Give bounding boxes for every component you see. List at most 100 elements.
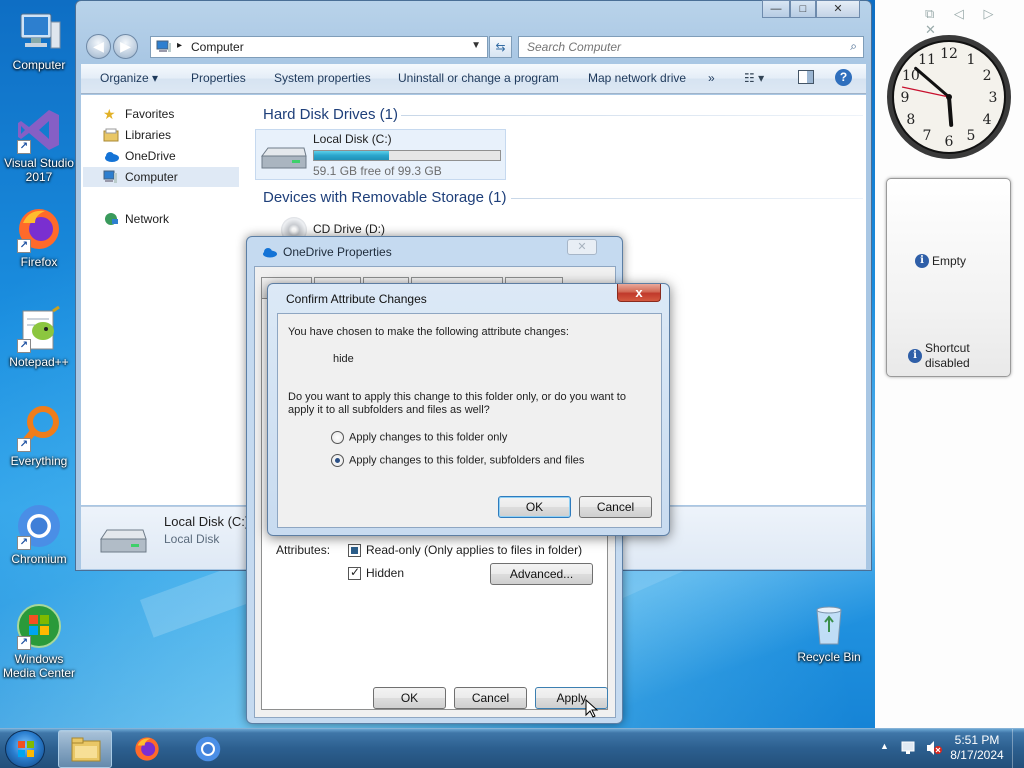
breadcrumb[interactable]: Computer — [191, 40, 244, 54]
attributes-label: Attributes: — [276, 543, 331, 557]
desktop-icon-chromium[interactable]: ↗ Chromium — [1, 502, 77, 566]
minimize-button[interactable]: — — [762, 0, 790, 18]
desktop-icon-label: Computer — [12, 58, 66, 72]
close-button[interactable]: x — [617, 284, 661, 302]
drive-d-item[interactable]: CD Drive (D:) — [313, 222, 385, 236]
radio-folder-only[interactable]: Apply changes to this folder only — [331, 431, 507, 444]
desktop-icon-visual-studio[interactable]: ↗ Visual Studio 2017 — [1, 106, 77, 184]
desktop-icon-computer[interactable]: Computer — [1, 8, 77, 72]
network-tray-icon[interactable] — [900, 740, 918, 756]
info-icon: i — [915, 254, 929, 268]
desktop-icon-everything[interactable]: ↗ Everything — [1, 404, 77, 468]
info-label: Shortcut disabled — [925, 341, 970, 370]
nav-label: Computer — [125, 170, 178, 184]
chromium-icon — [195, 736, 221, 762]
hard-disk-icon — [100, 529, 147, 553]
readonly-checkbox[interactable]: Read-only (Only applies to files in fold… — [348, 543, 582, 558]
help-icon[interactable]: ? — [835, 69, 852, 86]
radio-button-selected[interactable] — [331, 454, 344, 467]
close-button[interactable]: ✕ — [567, 239, 597, 255]
maximize-button[interactable]: □ — [790, 0, 816, 18]
properties-button[interactable]: Properties — [191, 71, 246, 85]
drive-name: Local Disk (C:) — [313, 132, 392, 146]
search-icon[interactable]: ⌕ — [850, 39, 857, 54]
taskbar-explorer-button[interactable] — [58, 730, 112, 768]
uninstall-button[interactable]: Uninstall or change a program — [398, 71, 559, 85]
clock-gadget[interactable]: 1 2 3 4 5 6 7 8 9 10 11 12 — [885, 33, 1013, 161]
drive-usage-fill — [314, 151, 390, 160]
radio-label: Apply changes to this folder, subfolders… — [349, 454, 585, 467]
dialog-title: Confirm Attribute Changes — [286, 292, 427, 306]
info-gadget[interactable]: i Empty i Shortcut disabled — [886, 178, 1011, 377]
cancel-button[interactable]: Cancel — [454, 687, 527, 709]
system-properties-button[interactable]: System properties — [274, 71, 371, 85]
preview-pane-icon[interactable] — [798, 70, 814, 87]
clock-numeral: 6 — [945, 134, 954, 150]
nav-item-libraries[interactable]: Libraries — [103, 125, 171, 145]
cloud-icon — [263, 248, 277, 258]
hidden-checkbox[interactable]: ✓ Hidden — [348, 565, 404, 581]
question-text: Do you want to apply this change to this… — [288, 391, 626, 416]
checkbox-checked[interactable]: ✓ — [348, 565, 361, 581]
ok-button[interactable]: OK — [498, 496, 571, 518]
computer-icon — [103, 170, 117, 183]
taskbar-firefox-button[interactable] — [121, 730, 175, 768]
close-button[interactable]: ✕ — [816, 0, 860, 18]
ok-button[interactable]: OK — [373, 687, 446, 709]
navigation-pane: ★ Favorites Libraries OneDrive Computer … — [81, 95, 243, 505]
tray-date: 8/17/2024 — [950, 748, 1004, 762]
search-box[interactable]: ⌕ — [518, 36, 864, 58]
dialog-title: OneDrive Properties — [283, 245, 392, 259]
search-input[interactable] — [519, 37, 829, 57]
desktop-icon-firefox[interactable]: ↗ Firefox — [1, 205, 77, 269]
radio-folder-subfolders[interactable]: Apply changes to this folder, subfolders… — [331, 454, 584, 467]
more-commands-button[interactable]: » — [708, 71, 715, 85]
drive-c-item[interactable]: Local Disk (C:) 59.1 GB free of 99.3 GB — [255, 129, 506, 180]
nav-item-favorites[interactable]: ★ Favorites — [103, 104, 174, 124]
libraries-icon — [103, 128, 119, 142]
desktop-icon-media-center[interactable]: ↗ Windows Media Center — [1, 602, 77, 680]
show-desktop-button[interactable] — [1012, 729, 1024, 768]
volume-muted-icon[interactable] — [925, 740, 943, 756]
notepadpp-icon: ↗ — [15, 305, 63, 353]
map-drive-button[interactable]: Map network drive — [588, 71, 686, 85]
clock-numeral: 8 — [906, 112, 915, 128]
dialog-body: You have chosen to make the following at… — [277, 313, 662, 528]
cancel-button[interactable]: Cancel — [579, 496, 652, 518]
divider — [511, 198, 863, 199]
address-bar[interactable]: ▸ Computer ▼ — [150, 36, 488, 58]
clock-tray[interactable]: 5:51 PM 8/17/2024 — [948, 733, 1006, 763]
nav-label: Libraries — [125, 128, 172, 142]
desktop-icon-label: Everything — [10, 454, 68, 468]
media-center-icon: ↗ — [15, 602, 63, 650]
group-header-hard-disks[interactable]: Hard Disk Drives (1) — [263, 106, 398, 123]
firefox-icon — [135, 737, 159, 761]
checkbox-indeterminate[interactable] — [348, 544, 361, 558]
info-icon: i — [908, 349, 922, 363]
network-icon — [105, 213, 118, 225]
radio-button[interactable] — [331, 431, 344, 444]
computer-icon — [156, 40, 171, 52]
nav-item-computer[interactable]: Computer — [83, 167, 239, 187]
organize-button[interactable]: Organize ▾ — [100, 71, 158, 85]
taskbar-chromium-button[interactable] — [182, 730, 236, 768]
group-header-removable[interactable]: Devices with Removable Storage (1) — [263, 189, 506, 206]
advanced-button[interactable]: Advanced... — [490, 563, 593, 585]
change-text: hide — [333, 353, 354, 365]
nav-item-onedrive[interactable]: OneDrive — [103, 146, 176, 166]
nav-item-network[interactable]: Network — [103, 209, 169, 229]
intro-text: You have chosen to make the following at… — [288, 326, 569, 338]
back-button[interactable]: ◀ — [86, 34, 111, 59]
forward-button[interactable]: ▶ — [113, 34, 138, 59]
chevron-down-icon[interactable]: ▼ — [471, 40, 481, 51]
start-button[interactable] — [5, 730, 45, 768]
desktop-icon-label: Windows Media Center — [2, 652, 76, 680]
clock-numeral: 2 — [983, 68, 992, 84]
confirm-attribute-changes-dialog: Confirm Attribute Changes x You have cho… — [267, 283, 670, 536]
clock-face: 1234567891011 12 — [887, 35, 1011, 159]
desktop-icon-notepadpp[interactable]: ↗ Notepad++ — [1, 305, 77, 369]
view-options-icon[interactable]: ☷ ▾ — [744, 71, 764, 85]
refresh-button[interactable]: ⇆ — [489, 36, 512, 58]
show-hidden-icons-button[interactable]: ▲ — [880, 741, 889, 751]
desktop-icon-recycle-bin[interactable]: Recycle Bin — [791, 600, 867, 664]
